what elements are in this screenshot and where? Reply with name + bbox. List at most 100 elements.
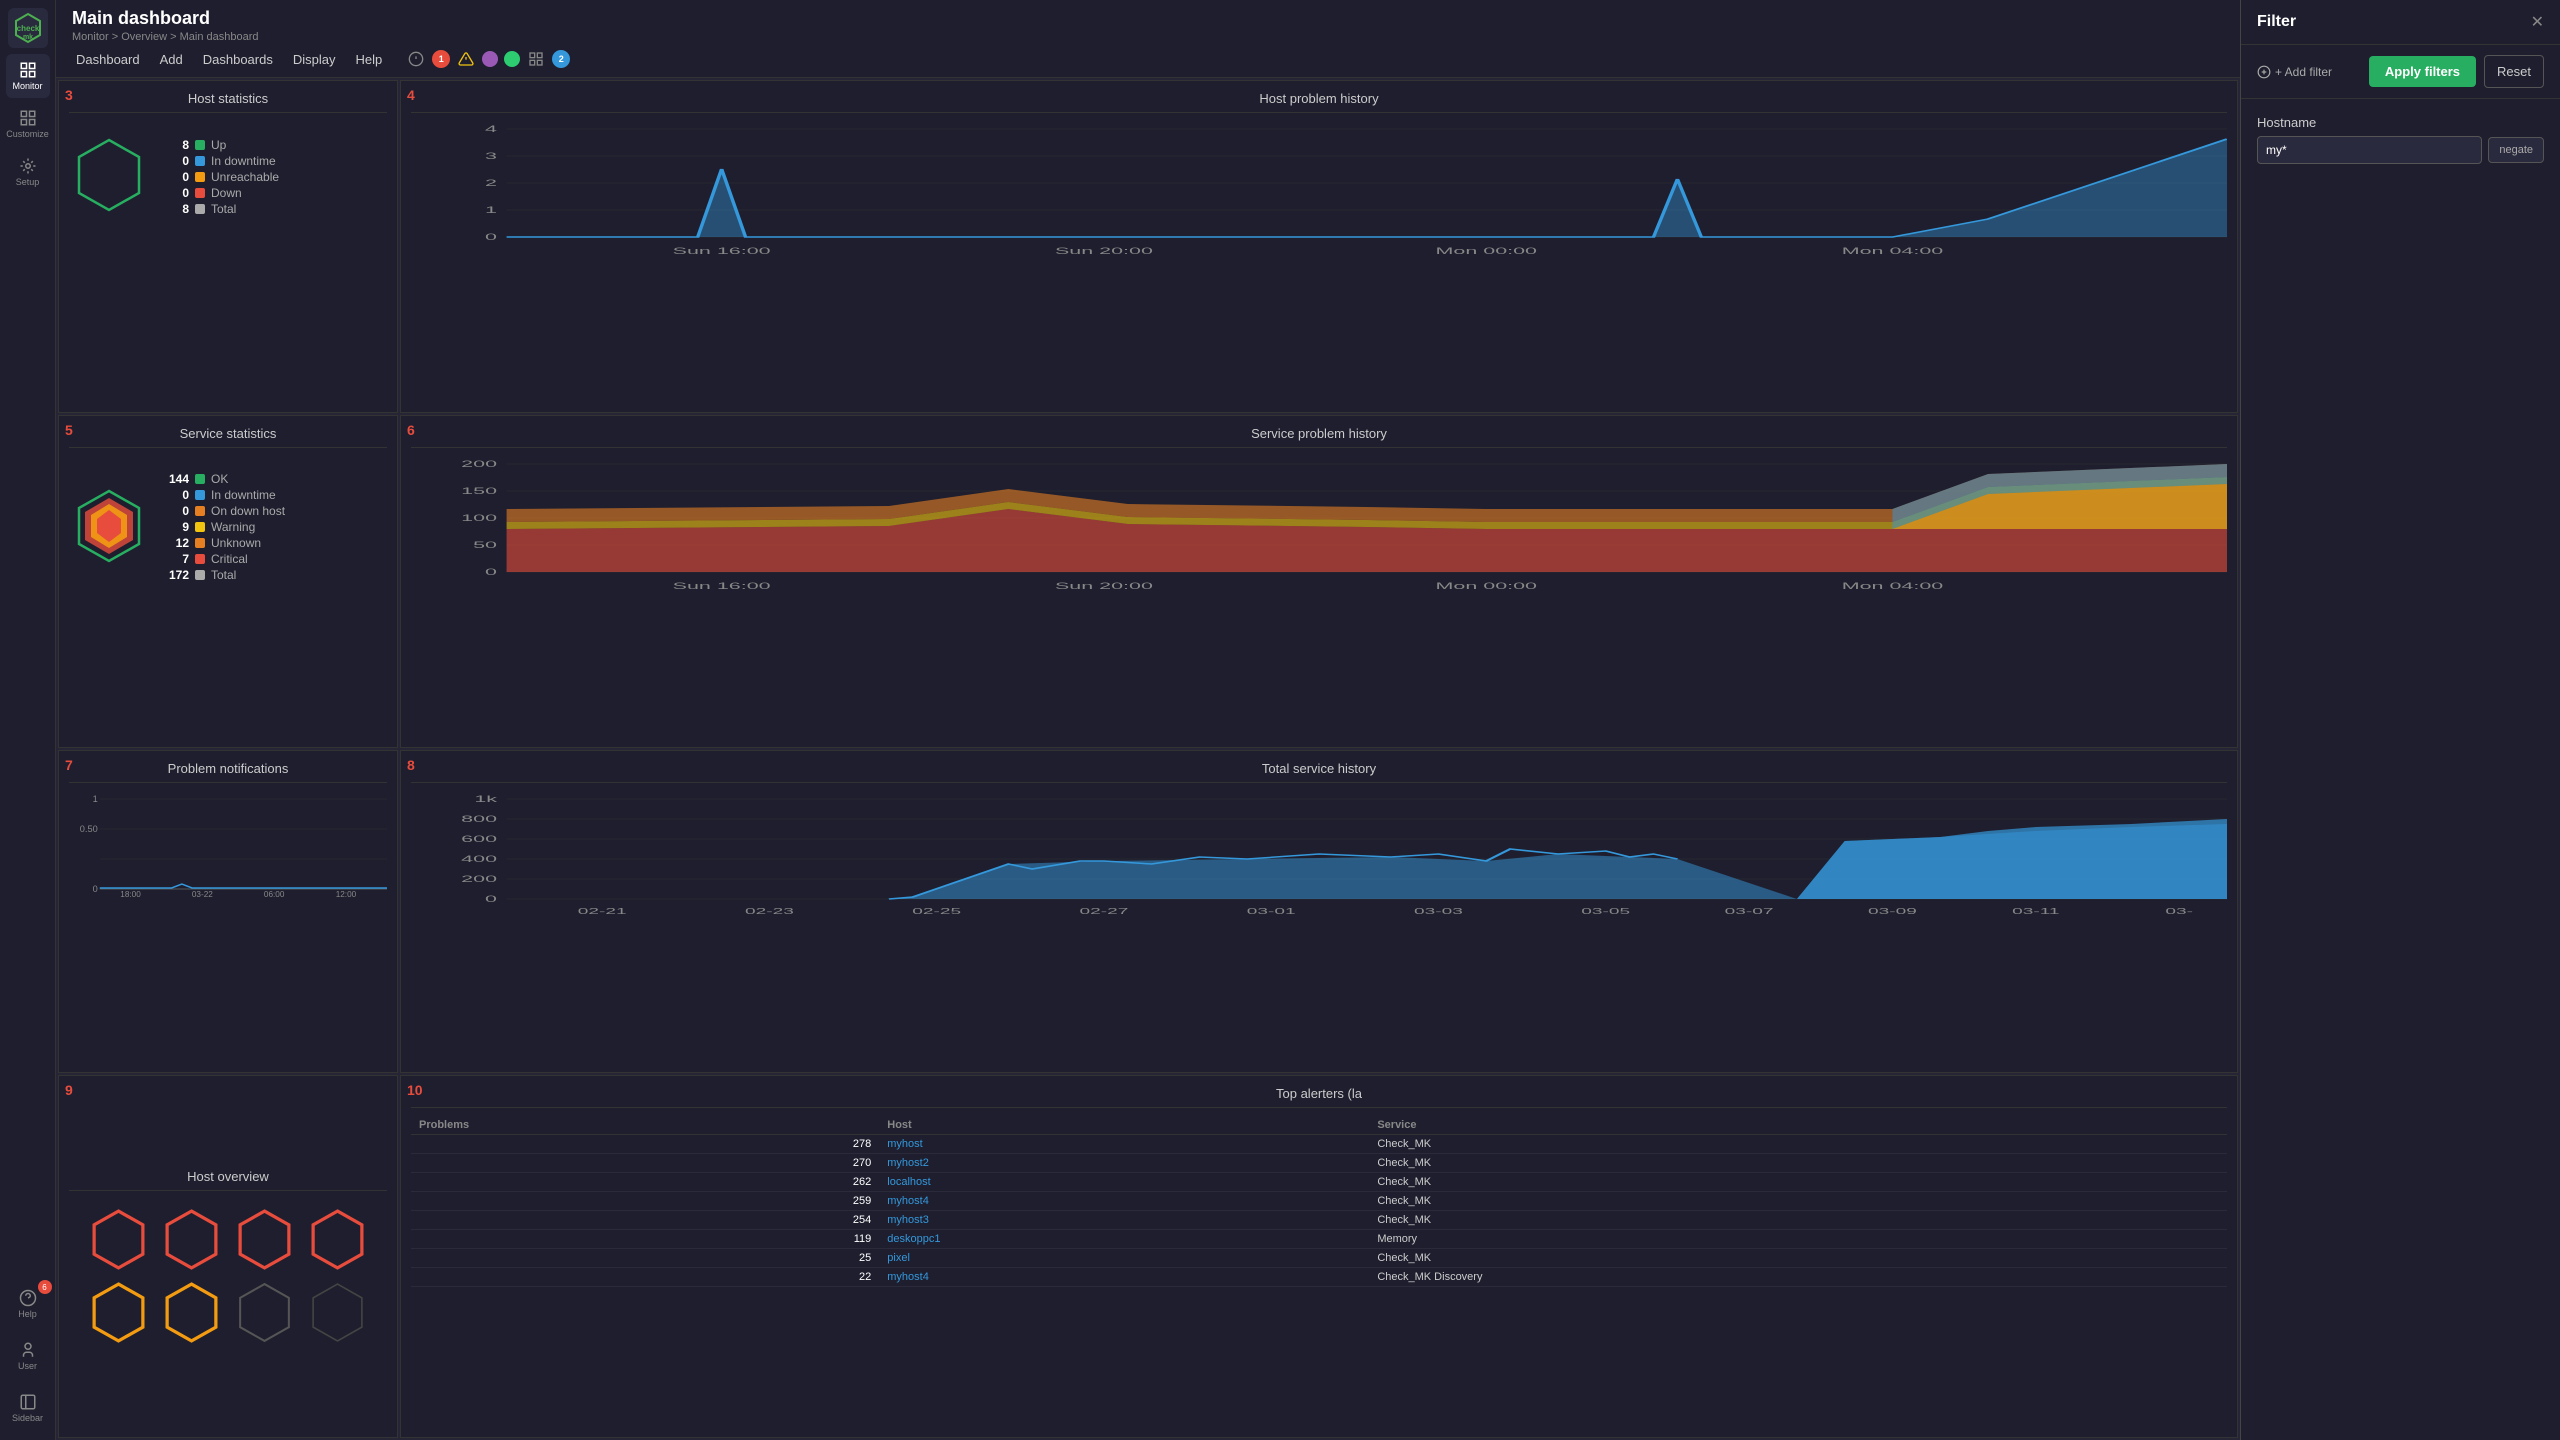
table-row: 278myhostCheck_MK <box>411 1135 2227 1154</box>
host-stats-title: Host statistics <box>69 91 387 113</box>
svg-text:18:00: 18:00 <box>120 890 141 899</box>
sidebar-item-monitor[interactable]: Monitor <box>6 54 50 98</box>
service-stat-list: 144 OK 0 In downtime 0 On down host <box>165 470 285 584</box>
total-service-history-widget: 8 Total service history 1k 800 600 400 2… <box>400 750 2238 1073</box>
table-row: 25pixelCheck_MK <box>411 1249 2227 1268</box>
filter-actions: + Add filter Apply filters Reset <box>2241 45 2560 99</box>
negate-button[interactable]: negate <box>2488 137 2544 163</box>
nav-display[interactable]: Display <box>289 50 340 69</box>
svg-text:0.50: 0.50 <box>80 824 98 834</box>
hex-2[interactable] <box>159 1207 224 1272</box>
svg-text:Mon 04:00: Mon 04:00 <box>1842 581 1944 591</box>
stat-row-down: 0 Down <box>165 186 279 200</box>
hostname-label: Hostname <box>2257 115 2544 130</box>
sidebar-item-sidebar[interactable]: Sidebar <box>6 1386 50 1430</box>
hex-8[interactable] <box>305 1280 370 1345</box>
service-problem-chart: 200 150 100 50 0 Sun 16:00 Sun 20:00 Mon… <box>411 454 2227 597</box>
sidebar-item-customize[interactable]: Customize <box>6 102 50 146</box>
svg-text:03-: 03- <box>2165 907 2193 916</box>
filter-header: Filter ✕ <box>2241 0 2560 45</box>
svg-text:Mon 04:00: Mon 04:00 <box>1842 246 1944 256</box>
svg-text:100: 100 <box>461 513 497 523</box>
svg-text:03-22: 03-22 <box>192 890 213 899</box>
stat-row-total-host: 8 Total <box>165 202 279 216</box>
sidebar-item-customize-label: Customize <box>6 129 49 139</box>
nav-help[interactable]: Help <box>351 50 386 69</box>
host-overview-widget: 9 Host overview <box>58 1075 398 1438</box>
svg-text:1: 1 <box>93 794 98 804</box>
svg-text:check: check <box>16 24 39 33</box>
sidebar-item-user[interactable]: User <box>6 1334 50 1378</box>
hex-4[interactable] <box>305 1207 370 1272</box>
svg-text:Mon 00:00: Mon 00:00 <box>1435 246 1537 256</box>
nav-icon-grid[interactable] <box>526 49 546 69</box>
add-filter-button[interactable]: + Add filter <box>2257 65 2332 79</box>
host-hex-container <box>69 135 149 218</box>
stat-row-warning: 9 Warning <box>165 520 285 534</box>
svg-text:Sun 20:00: Sun 20:00 <box>1055 581 1153 591</box>
svg-text:Sun 16:00: Sun 16:00 <box>673 246 771 256</box>
apply-filters-button[interactable]: Apply filters <box>2369 56 2476 87</box>
nav-icon-warning[interactable] <box>456 49 476 69</box>
nav-num-2[interactable]: 2 <box>552 50 570 68</box>
nav-dashboard[interactable]: Dashboard <box>72 50 144 69</box>
reset-filters-button[interactable]: Reset <box>2484 55 2544 88</box>
filter-panel: Filter ✕ + Add filter Apply filters Rese… <box>2240 0 2560 1440</box>
top-alerters-widget: 10 Top alerters (la Problems Host Servic… <box>400 1075 2238 1438</box>
hex-7[interactable] <box>232 1280 297 1345</box>
sidebar-item-setup[interactable]: Setup <box>6 150 50 194</box>
table-row: 270myhost2Check_MK <box>411 1154 2227 1173</box>
stat-row-total-svc: 172 Total <box>165 568 285 582</box>
filter-title: Filter <box>2257 13 2296 31</box>
hostname-input-row: negate <box>2257 136 2544 164</box>
header: Main dashboard Monitor > Overview > Main… <box>56 0 2240 78</box>
help-badge: 6 <box>38 1280 52 1294</box>
hex-6[interactable] <box>159 1280 224 1345</box>
nav-add[interactable]: Add <box>156 50 187 69</box>
col-problems: Problems <box>411 1116 879 1135</box>
nav-icon-purple[interactable] <box>482 51 498 67</box>
svg-text:Sun 16:00: Sun 16:00 <box>673 581 771 591</box>
top-alerters-title: Top alerters (la <box>411 1086 2227 1108</box>
hostname-input[interactable] <box>2257 136 2482 164</box>
svg-text:50: 50 <box>473 540 497 550</box>
app-logo[interactable]: check mk <box>8 8 48 48</box>
svg-text:03-07: 03-07 <box>1725 907 1774 916</box>
sidebar-item-help[interactable]: 6 Help <box>6 1282 50 1326</box>
nav-icons: 1 2 <box>406 49 570 69</box>
widget-num-5: 5 <box>65 422 73 438</box>
svg-text:03-09: 03-09 <box>1868 907 1917 916</box>
help-label: Help <box>18 1309 37 1319</box>
hex-3[interactable] <box>232 1207 297 1272</box>
table-row: 254myhost3Check_MK <box>411 1211 2227 1230</box>
svg-text:0: 0 <box>485 232 497 242</box>
svg-text:Sun 20:00: Sun 20:00 <box>1055 246 1153 256</box>
widget-num-6: 6 <box>407 422 415 438</box>
svg-text:03-05: 03-05 <box>1581 907 1630 916</box>
sidebar-left: check mk Monitor Customize Setup 6 <box>0 0 56 1440</box>
problem-notifications-widget: 7 Problem notifications 1 0.50 0 18:00 0… <box>58 750 398 1073</box>
svg-text:12:00: 12:00 <box>336 890 357 899</box>
total-service-title: Total service history <box>411 761 2227 783</box>
stat-row-critical: 7 Critical <box>165 552 285 566</box>
hex-1[interactable] <box>86 1207 151 1272</box>
host-problem-chart: 4 3 2 1 0 Sun 16:00 Sun 20:00 Mon 00:00 … <box>411 119 2227 262</box>
nav-icon-green[interactable] <box>504 51 520 67</box>
svg-text:03-11: 03-11 <box>2012 907 2059 916</box>
service-problem-history-widget: 6 Service problem history 200 150 100 50… <box>400 415 2238 748</box>
svg-text:400: 400 <box>461 854 497 864</box>
nav-num-1[interactable]: 1 <box>432 50 450 68</box>
stat-row-indowntime: 0 In downtime <box>165 154 279 168</box>
svg-text:200: 200 <box>461 459 497 469</box>
hex-5[interactable] <box>86 1280 151 1345</box>
widget-num-10: 10 <box>407 1082 423 1098</box>
nav-icon-info[interactable] <box>406 49 426 69</box>
filter-close-button[interactable]: ✕ <box>2531 12 2544 32</box>
alerters-table: Problems Host Service 278myhostCheck_MK2… <box>411 1116 2227 1287</box>
svg-text:1: 1 <box>485 205 497 215</box>
host-stat-list: 8 Up 0 In downtime 0 Unreachable <box>165 136 279 218</box>
svg-text:150: 150 <box>461 486 497 496</box>
table-row: 259myhost4Check_MK <box>411 1192 2227 1211</box>
nav-dashboards[interactable]: Dashboards <box>199 50 277 69</box>
stat-row-ok: 144 OK <box>165 472 285 486</box>
